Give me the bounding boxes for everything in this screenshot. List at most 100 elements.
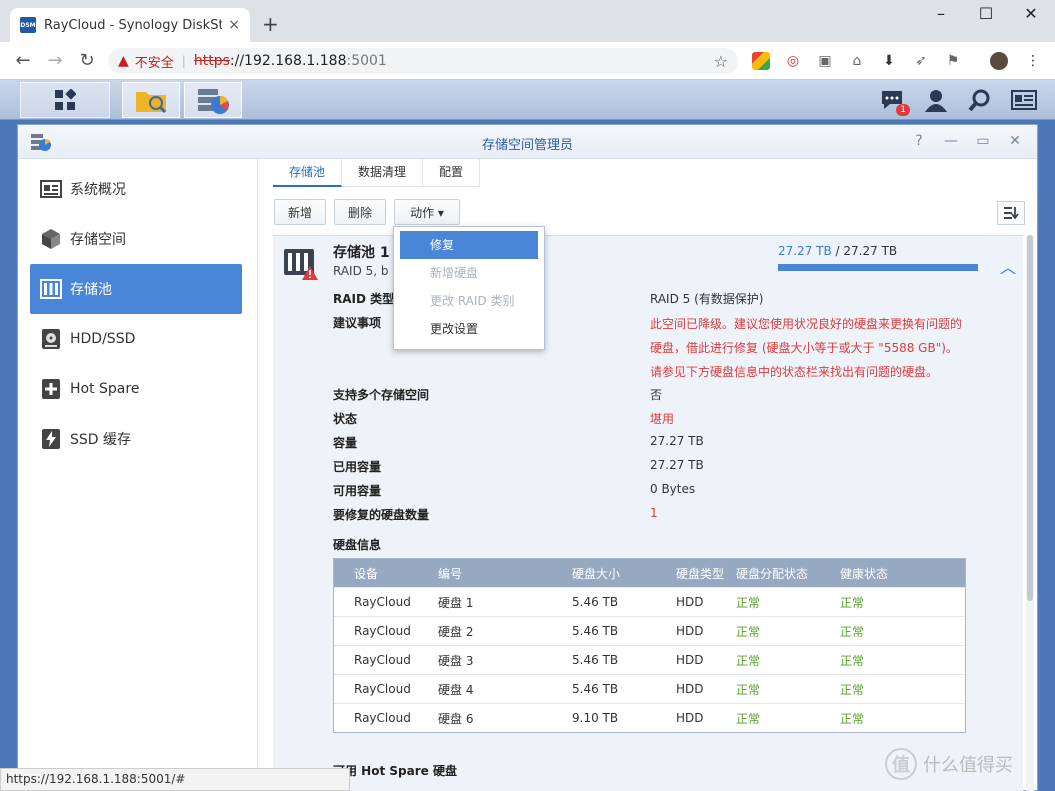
cell-health: 正常 xyxy=(840,682,865,697)
menu-item-change-settings[interactable]: 更改设置 xyxy=(400,315,538,343)
detail-label: 容量 xyxy=(333,436,358,450)
sort-button[interactable] xyxy=(997,201,1025,225)
browser-menu-icon[interactable]: ⋮ xyxy=(1024,52,1042,70)
main-content: 存储池 数据清理 配置 新增 删除 动作 ▾ 存储池 1 RAID 5, b 2… xyxy=(259,159,1037,791)
table-row[interactable]: RayCloud 硬盘 2 5.46 TB HDD 正常 正常 xyxy=(334,616,965,645)
search-button[interactable] xyxy=(966,86,994,114)
watermark: 值 什么值得买 xyxy=(885,748,1013,780)
table-row[interactable]: RayCloud 硬盘 1 5.46 TB HDD 正常 正常 xyxy=(334,587,965,616)
profile-avatar[interactable] xyxy=(990,52,1008,70)
cell-size: 5.46 TB xyxy=(572,682,619,696)
column-header[interactable]: 健康状态 xyxy=(840,565,940,582)
cell-allocation: 正常 xyxy=(736,711,761,726)
pool-subtitle: RAID 5, b xyxy=(333,264,389,278)
column-header[interactable]: 编号 xyxy=(438,565,572,582)
cell-type: HDD xyxy=(676,595,704,609)
hot-spare-icon xyxy=(40,378,62,400)
window-minimize-button[interactable]: — xyxy=(939,133,963,149)
delete-button[interactable]: 删除 xyxy=(334,199,386,225)
cell-device: RayCloud xyxy=(354,682,411,696)
security-label[interactable]: 不安全 xyxy=(135,52,174,71)
column-header[interactable]: 设备 xyxy=(334,565,438,582)
user-icon xyxy=(925,90,947,112)
new-tab-button[interactable]: + xyxy=(262,14,279,34)
sidebar-item-ssd-cache[interactable]: SSD 缓存 xyxy=(30,414,242,464)
address-bar[interactable]: ▲ 不安全 | https://192.168.1.188:5001 ☆ xyxy=(108,48,738,74)
widgets-button[interactable] xyxy=(1010,86,1038,114)
sidebar-item-label: HDD/SSD xyxy=(70,331,136,347)
sidebar-item-label: SSD 缓存 xyxy=(70,432,132,448)
sidebar-item-overview[interactable]: 系统概况 xyxy=(30,164,242,214)
file-station-button[interactable] xyxy=(122,82,180,118)
extension-icon-2[interactable]: ◎ xyxy=(784,52,802,70)
browser-minimize-button[interactable]: – xyxy=(918,4,964,23)
sidebar-item-hot-spare[interactable]: Hot Spare xyxy=(30,364,242,414)
reload-button[interactable]: ↻ xyxy=(74,50,100,71)
home-icon[interactable]: ⌂ xyxy=(848,52,866,70)
extension-icon-4[interactable]: ➶ xyxy=(912,52,930,70)
back-button[interactable]: ← xyxy=(10,50,36,71)
main-menu-button[interactable] xyxy=(20,82,110,118)
ssd-cache-icon xyxy=(40,428,62,450)
browser-tab[interactable]: DSM RayCloud - Synology DiskStati × xyxy=(10,8,250,42)
cell-health: 正常 xyxy=(840,595,865,610)
column-header[interactable]: 硬盘类型 xyxy=(676,565,736,582)
pool-usage: 27.27 TB / 27.27 TB xyxy=(778,244,897,258)
bookmark-star-icon[interactable]: ☆ xyxy=(714,52,728,71)
detail-label: 支持多个存储空间 xyxy=(333,388,430,402)
window-titlebar[interactable]: 存储空间管理员 ? — ▭ ✕ xyxy=(18,125,1037,159)
content-scrollbar[interactable] xyxy=(1026,235,1034,791)
url-separator: :// xyxy=(229,53,245,69)
tab-settings[interactable]: 配置 xyxy=(423,159,481,187)
cell-size: 9.10 TB xyxy=(572,711,619,725)
action-button[interactable]: 动作 ▾ xyxy=(394,199,460,225)
status-value: 堪用 xyxy=(650,412,675,426)
extension-icon-1[interactable] xyxy=(752,52,770,70)
warning-line: 请参见下方硬盘信息中的状态栏来找出有问题的硬盘。 xyxy=(650,365,939,379)
bookmark-icon[interactable]: ⚑ xyxy=(944,52,962,70)
sidebar-item-storage-pool[interactable]: 存储池 xyxy=(30,264,242,314)
cell-type: HDD xyxy=(676,682,704,696)
browser-maximize-button[interactable]: ☐ xyxy=(963,4,1009,23)
tab-title: RayCloud - Synology DiskStati xyxy=(44,17,223,33)
notification-badge: 1 xyxy=(896,104,910,116)
scrollbar-thumb[interactable] xyxy=(1027,235,1033,601)
help-button[interactable]: ? xyxy=(907,133,931,149)
forward-button[interactable]: → xyxy=(42,50,68,71)
download-icon[interactable]: ⬇ xyxy=(880,52,898,70)
column-header[interactable]: 硬盘大小 xyxy=(572,565,676,582)
create-button[interactable]: 新增 xyxy=(274,199,326,225)
sidebar-item-label: 系统概况 xyxy=(70,182,126,198)
window-maximize-button[interactable]: ▭ xyxy=(971,133,995,149)
user-button[interactable] xyxy=(922,86,950,114)
tab-close-icon[interactable]: × xyxy=(228,17,240,33)
sidebar-item-hdd-ssd[interactable]: HDD/SSD xyxy=(30,314,242,364)
cell-type: HDD xyxy=(676,653,704,667)
detail-value: 0 Bytes xyxy=(650,482,696,496)
dsm-favicon-icon: DSM xyxy=(20,17,36,33)
tab-storage-pool[interactable]: 存储池 xyxy=(273,159,343,187)
cell-device: RayCloud xyxy=(354,624,411,638)
table-row[interactable]: RayCloud 硬盘 6 9.10 TB HDD 正常 正常 xyxy=(334,703,965,732)
pool-name: 存储池 1 xyxy=(333,245,390,261)
cell-size: 5.46 TB xyxy=(572,624,619,638)
column-header[interactable]: 硬盘分配状态 xyxy=(736,565,840,582)
table-row[interactable]: RayCloud 硬盘 3 5.46 TB HDD 正常 正常 xyxy=(334,645,965,674)
disk-table: 设备 编号 硬盘大小 硬盘类型 硬盘分配状态 健康状态 RayCloud 硬盘 … xyxy=(333,558,966,733)
usage-bar xyxy=(778,264,978,271)
table-row[interactable]: RayCloud 硬盘 4 5.46 TB HDD 正常 正常 xyxy=(334,674,965,703)
sidebar-item-volume[interactable]: 存储空间 xyxy=(30,214,242,264)
extension-icon-3[interactable]: ▣ xyxy=(816,52,834,70)
tab-data-scrubbing[interactable]: 数据清理 xyxy=(342,159,424,187)
menu-item-add-disk[interactable]: 新增硬盘 xyxy=(400,259,538,287)
menu-item-repair[interactable]: 修复 xyxy=(400,231,538,259)
collapse-chevron-up-icon[interactable]: ︿ xyxy=(1000,254,1016,278)
menu-item-change-raid-type[interactable]: 更改 RAID 类别 xyxy=(400,287,538,315)
storage-pool-icon xyxy=(40,278,62,300)
url-scheme: https xyxy=(193,53,230,69)
window-close-button[interactable]: ✕ xyxy=(1003,133,1027,149)
browser-close-button[interactable]: ✕ xyxy=(1008,4,1054,23)
notifications-button[interactable]: 1 xyxy=(878,86,910,116)
cell-id: 硬盘 2 xyxy=(438,624,474,639)
storage-manager-taskbar-button[interactable] xyxy=(184,82,242,118)
